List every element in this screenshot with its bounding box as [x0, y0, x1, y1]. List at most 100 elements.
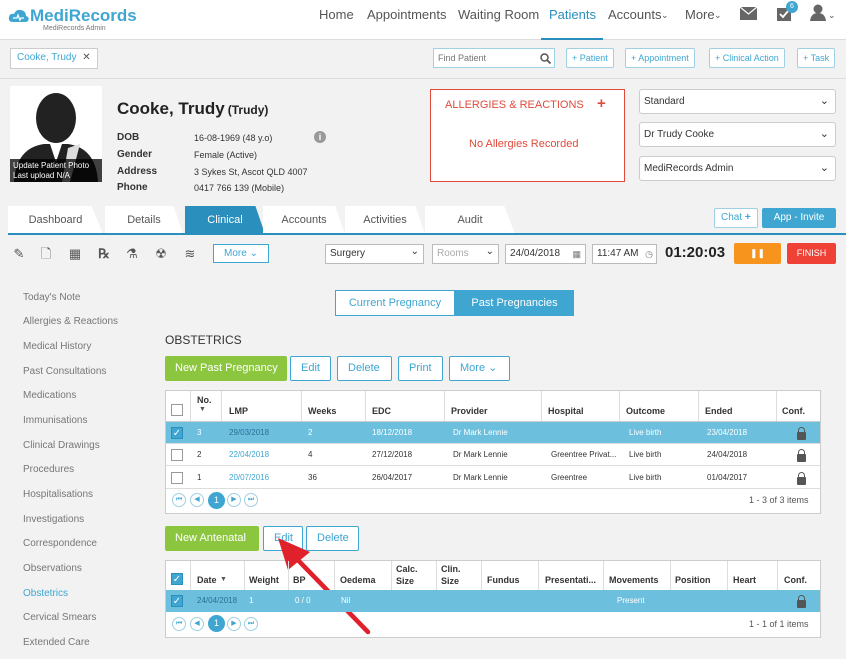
table-row[interactable]: 1 20/07/2016 36 26/04/2017 Dr Mark Lennie Gre… — [166, 467, 820, 489]
patient-tab[interactable]: Cooke, Trudy ✕ — [10, 48, 98, 69]
date-field[interactable]: 24/04/2018 ▦ — [505, 244, 586, 264]
patient-photo[interactable]: Update Patient Photo Last upload N/A — [10, 86, 102, 182]
pager-nav-icon[interactable]: ◀ — [190, 617, 204, 631]
antenatal-col-header[interactable]: BP — [293, 575, 306, 585]
pager-nav-icon[interactable]: ▶ — [227, 493, 241, 507]
close-icon[interactable]: ✕ — [82, 52, 90, 63]
row-checkbox[interactable]: ✓ — [171, 595, 183, 607]
row-checkbox[interactable] — [171, 449, 183, 461]
pager-current-page[interactable]: 1 — [208, 615, 225, 632]
add-patient-button[interactable]: + Patient — [566, 48, 614, 68]
table-row[interactable]: ✓ 24/04/2018 1 0 / 0 Nil Present — [166, 590, 820, 612]
add-task-button[interactable]: + Task — [797, 48, 836, 68]
notes-icon[interactable]: ✎ — [11, 246, 27, 262]
obstetrics-edit-button[interactable]: Edit — [290, 356, 331, 381]
radiology-icon[interactable]: ☢ — [153, 246, 169, 262]
antenatal-col-header[interactable]: Fundus — [487, 575, 520, 585]
layers-icon[interactable]: ≋ — [182, 246, 198, 262]
pager-nav-icon[interactable]: ⏮ — [172, 617, 186, 631]
photo-update-link[interactable]: Update Patient Photo — [13, 161, 99, 171]
past-pregnancies-toggle[interactable]: Past Pregnancies — [455, 290, 574, 316]
sidebar-item-investigations[interactable]: Investigations — [23, 514, 84, 525]
antenatal-col-header[interactable]: Calc. Size — [396, 563, 426, 587]
sidebar-item-procedures[interactable]: Procedures — [23, 464, 74, 475]
antenatal-col-header[interactable]: Weight — [249, 575, 279, 585]
new-past-pregnancy-button[interactable]: New Past Pregnancy — [165, 356, 287, 381]
nav-more[interactable]: More — [685, 7, 715, 22]
obstetrics-col-header[interactable]: LMP — [229, 406, 248, 416]
obstetrics-col-header[interactable]: Outcome — [626, 406, 665, 416]
rooms-select[interactable]: Rooms ⌄ — [432, 244, 499, 264]
add-appointment-button[interactable]: + Appointment — [625, 48, 695, 68]
pager-current-page[interactable]: 1 — [208, 492, 225, 509]
table-row[interactable]: ✓ 3 29/03/2018 2 18/12/2018 Dr Mark Lennie Liv… — [166, 422, 820, 444]
time-field[interactable]: 11:47 AM ◷ — [592, 244, 657, 264]
pause-button[interactable]: ❚❚ — [734, 243, 781, 264]
user-chevron-icon[interactable]: ⌄ — [828, 10, 836, 21]
new-antenatal-button[interactable]: New Antenatal — [165, 526, 259, 551]
lab-flask-icon[interactable]: ⚗ — [124, 246, 140, 262]
lock-icon[interactable] — [797, 472, 806, 485]
current-pregnancy-toggle[interactable]: Current Pregnancy — [335, 290, 455, 316]
pager-nav-icon[interactable]: ▶ — [227, 617, 241, 631]
tab-activities[interactable]: Activities — [345, 206, 425, 234]
toolbar-more-button[interactable]: More ⌄ — [213, 244, 269, 263]
nav-appointments[interactable]: Appointments — [367, 7, 447, 22]
tab-details[interactable]: Details — [105, 206, 183, 234]
obstetrics-col-header[interactable]: Provider — [451, 406, 488, 416]
obstetrics-col-header[interactable]: Ended — [705, 406, 733, 416]
document-icon[interactable]: 🗋 — [38, 246, 54, 262]
obstetrics-col-header[interactable]: Weeks — [308, 406, 336, 416]
prescription-icon[interactable]: ℞ — [96, 246, 112, 262]
tab-accounts[interactable]: Accounts — [263, 206, 345, 234]
allergies-panel[interactable]: ALLERGIES & REACTIONS + No Allergies Rec… — [430, 89, 625, 182]
pager-nav-icon[interactable]: ⏭ — [244, 493, 258, 507]
select-all-checkbox[interactable]: ✓ — [171, 573, 183, 585]
provider-select[interactable]: Dr Trudy Cooke ⌄ — [639, 122, 836, 147]
nav-patients[interactable]: Patients — [549, 7, 596, 22]
sidebar-item-correspondence[interactable]: Correspondence — [23, 538, 97, 549]
add-allergy-icon[interactable]: + — [597, 95, 606, 112]
mail-icon[interactable] — [740, 7, 757, 20]
sidebar-item-extended-care[interactable]: Extended Care — [23, 637, 90, 648]
row-checkbox[interactable] — [171, 472, 183, 484]
nav-accounts[interactable]: Accounts — [608, 7, 661, 22]
clock-icon[interactable]: ◷ — [645, 245, 653, 263]
antenatal-col-header[interactable]: Date — [197, 575, 217, 585]
antenatal-col-header[interactable]: Conf. — [784, 575, 807, 585]
table-row[interactable]: 2 22/04/2018 4 27/12/2018 Dr Mark Lennie Gree… — [166, 444, 820, 466]
tab-audit[interactable]: Audit — [425, 206, 515, 234]
select-all-checkbox[interactable] — [171, 404, 183, 416]
sort-down-icon[interactable]: ▼ — [199, 406, 206, 413]
nav-home[interactable]: Home — [319, 7, 354, 22]
antenatal-col-header[interactable]: Movements — [609, 575, 659, 585]
template-select[interactable]: Standard ⌄ — [639, 89, 836, 114]
obstetrics-print-button[interactable]: Print — [398, 356, 443, 381]
sidebar-item-hospitalisations[interactable]: Hospitalisations — [23, 489, 93, 500]
chat-button[interactable]: Chat + — [714, 208, 758, 228]
app-invite-button[interactable]: App - Invite — [762, 208, 836, 228]
antenatal-col-header[interactable]: Position — [675, 575, 711, 585]
sidebar-item-immunisations[interactable]: Immunisations — [23, 415, 87, 426]
pager-nav-icon[interactable]: ◀ — [190, 493, 204, 507]
antenatal-col-header[interactable]: Heart — [733, 575, 756, 585]
user-select[interactable]: MediRecords Admin ⌄ — [639, 156, 836, 181]
obstetrics-col-header[interactable]: EDC — [372, 406, 391, 416]
pager-nav-icon[interactable]: ⏭ — [244, 617, 258, 631]
pager-nav-icon[interactable]: ⏮ — [172, 493, 186, 507]
location-select[interactable]: Surgery ⌄ — [325, 244, 424, 264]
sort-down-icon[interactable]: ▼ — [220, 576, 227, 583]
antenatal-col-header[interactable]: Oedema — [340, 575, 376, 585]
user-icon[interactable] — [810, 4, 826, 21]
calculator-icon[interactable]: ▦ — [67, 246, 83, 262]
antenatal-col-header[interactable]: Presentati... — [545, 575, 596, 585]
sidebar-item-observations[interactable]: Observations — [23, 563, 82, 574]
lock-icon[interactable] — [797, 595, 806, 608]
sidebar-item-today-s-note[interactable]: Today's Note — [23, 292, 81, 303]
sidebar-item-cervical-smears[interactable]: Cervical Smears — [23, 612, 96, 623]
obstetrics-col-header[interactable]: Conf. — [782, 406, 805, 416]
sidebar-item-past-consultations[interactable]: Past Consultations — [23, 366, 106, 377]
calendar-icon[interactable]: ▦ — [572, 245, 581, 263]
add-clinical-action-button[interactable]: + Clinical Action — [709, 48, 785, 68]
info-icon[interactable]: i — [314, 131, 326, 143]
